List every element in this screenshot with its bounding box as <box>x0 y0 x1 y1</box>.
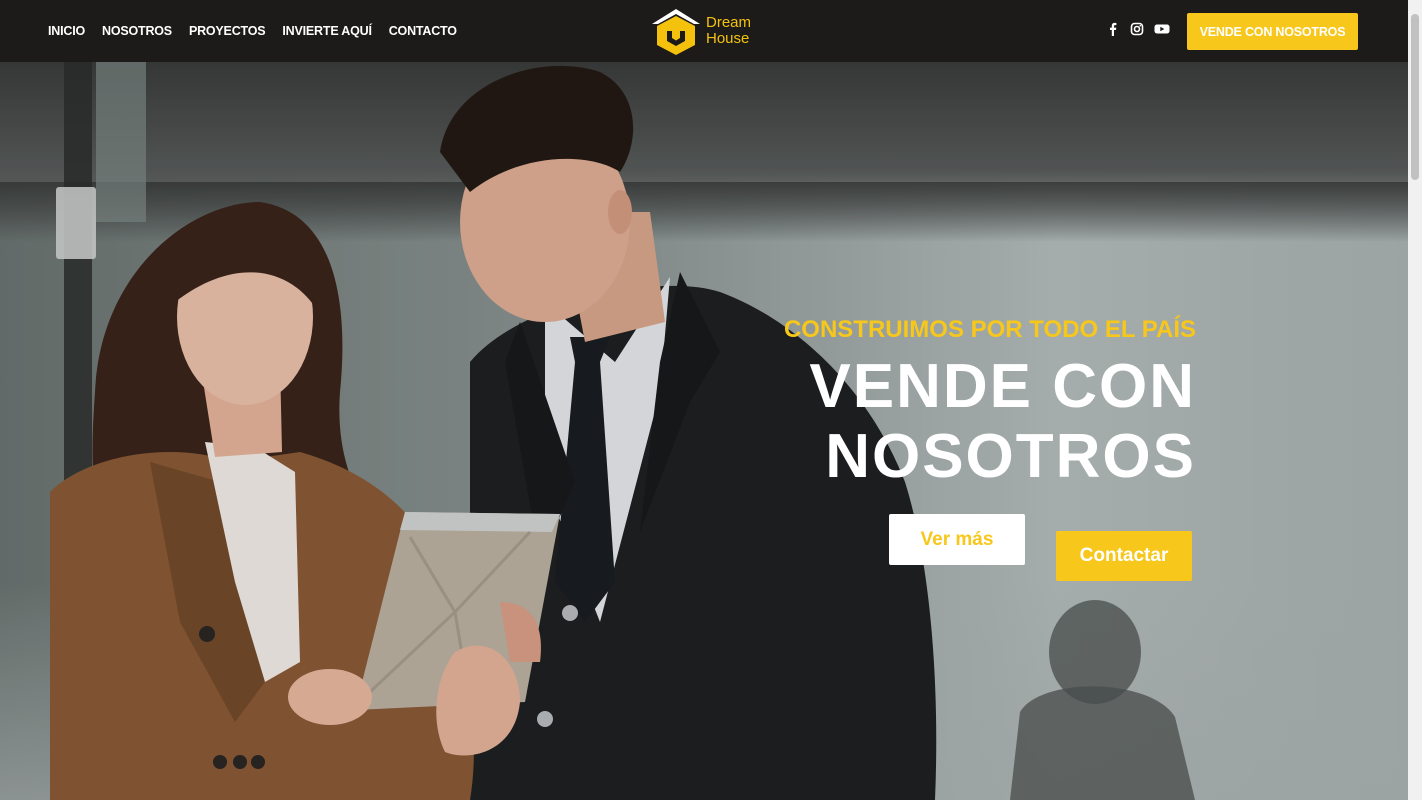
page-scrollbar[interactable] <box>1408 0 1422 800</box>
main-nav: INICIO NOSOTROS PROYECTOS INVIERTE AQUÍ … <box>48 0 457 62</box>
scrollbar-thumb[interactable] <box>1411 14 1419 180</box>
house-logo-icon <box>652 9 700 55</box>
nav-link-contacto[interactable]: CONTACTO <box>389 24 457 38</box>
hero-title-line-1: VENDE CON <box>809 352 1196 421</box>
social-links <box>1106 22 1170 36</box>
facebook-icon[interactable] <box>1106 22 1120 36</box>
logo-line-1: Dream <box>706 14 752 31</box>
youtube-icon[interactable] <box>1154 22 1170 36</box>
nav-link-inicio[interactable]: INICIO <box>48 24 85 38</box>
site-logo[interactable]: Dream House <box>650 6 751 56</box>
logo-wordmark: Dream House <box>706 15 751 47</box>
site-header: INICIO NOSOTROS PROYECTOS INVIERTE AQUÍ … <box>0 0 1408 62</box>
sell-with-us-button[interactable]: VENDE CON NOSOTROS <box>1187 13 1358 50</box>
logo-line-2: House <box>706 30 750 47</box>
instagram-icon[interactable] <box>1130 22 1144 36</box>
contact-button[interactable]: Contactar <box>1056 531 1192 581</box>
hero-section: CONSTRUIMOS POR TODO EL PAÍS VENDE CON N… <box>0 62 1408 800</box>
nav-link-proyectos[interactable]: PROYECTOS <box>189 24 266 38</box>
hero-title: VENDE CON NOSOTROS <box>640 352 1196 492</box>
hero-subtitle: CONSTRUIMOS POR TODO EL PAÍS <box>783 316 1196 343</box>
nav-link-invierte[interactable]: INVIERTE AQUÍ <box>282 24 372 38</box>
nav-link-nosotros[interactable]: NOSOTROS <box>102 24 172 38</box>
see-more-button[interactable]: Ver más <box>889 514 1025 565</box>
hero-title-line-2: NOSOTROS <box>825 422 1196 491</box>
